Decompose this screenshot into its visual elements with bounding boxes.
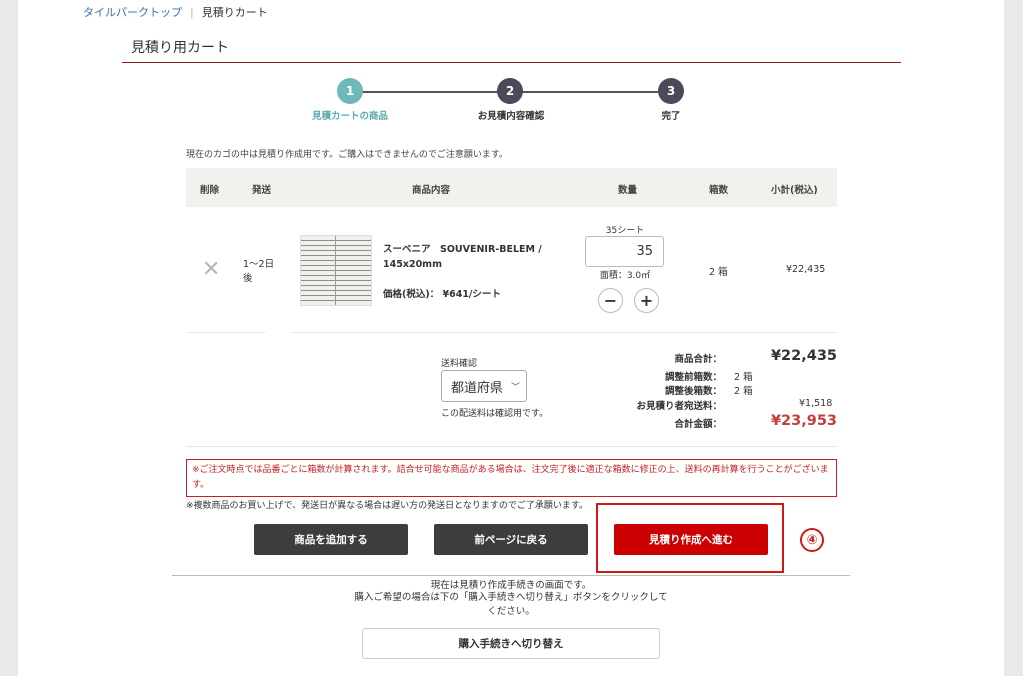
row-subtotal: ¥22,435: [786, 264, 826, 275]
step-3-circle: 3: [658, 78, 684, 104]
back-button[interactable]: 前ページに戻る: [434, 524, 588, 555]
step-2-circle: 2: [497, 78, 523, 104]
product-thumbnail[interactable]: [300, 235, 372, 306]
goods-total-value: ¥22,435: [770, 348, 837, 364]
area-text: 面積：3.0㎡: [599, 271, 651, 281]
increment-button[interactable]: +: [634, 288, 659, 313]
ship-date-note: ※複数商品のお買い上げで、発送日が異なる場合は遅い方の発送日となりますのでご了承…: [186, 501, 589, 511]
remove-item-icon[interactable]: ✕: [202, 259, 220, 281]
grand-total-label: 合計金額：: [674, 419, 722, 430]
step-1-label: 見積カートの商品: [311, 111, 388, 122]
ship-time: 1～2日後: [243, 259, 275, 284]
chevron-down-icon: ﹀: [510, 383, 520, 393]
header-item: 商品内容: [412, 185, 451, 196]
quantity-input[interactable]: [585, 236, 664, 267]
switch-to-purchase-button[interactable]: 購入手続きへ切り替え: [362, 628, 660, 659]
step-1-circle: 1: [337, 78, 363, 104]
product-price: 価格(税込)： ¥641/シート: [383, 289, 501, 300]
cart-notice: 現在のカゴの中は見積り作成用です。ご購入はできませんのでご注意願います。: [186, 150, 508, 160]
prefecture-select[interactable]: 都道府県 ﹀: [441, 370, 527, 402]
header-qty: 数量: [618, 185, 638, 196]
goods-total-label: 商品合計：: [674, 354, 722, 365]
header-subtotal: 小計(税込): [771, 185, 818, 196]
breadcrumb-current: 見積りカート: [201, 6, 268, 19]
step-3-label: 完了: [661, 111, 681, 122]
breadcrumb-separator: |: [190, 5, 194, 19]
boxes-after-label: 調整後箱数：: [664, 386, 722, 397]
footer-line-2: 購入ご希望の場合は下の「購入手続きへ切り替え」ボタンをクリックしてください。: [354, 592, 668, 617]
page-title: 見積り用カート: [131, 40, 229, 56]
qty-caption: 35シート: [605, 226, 645, 236]
shipping-fee-label: お見積り者宛送料：: [636, 401, 722, 412]
breadcrumb-home-link[interactable]: タイルパークトップ: [83, 4, 182, 20]
step-2-label: お見積内容確認: [477, 111, 545, 122]
highlight-frame: [596, 503, 784, 573]
boxes-before-label: 調整前箱数：: [664, 372, 722, 383]
header-boxes: 箱数: [709, 185, 729, 196]
grand-total-value: ¥23,953: [770, 413, 837, 429]
boxes-after-value: 2 箱: [734, 386, 753, 397]
step-annotation-marker: ④: [800, 528, 824, 552]
shipping-caption: 送料確認: [441, 359, 478, 369]
header-delete: 削除: [200, 185, 220, 196]
summary-divider: [186, 446, 837, 447]
row-divider: [186, 332, 266, 333]
footer-divider: [172, 575, 850, 576]
table-header: [186, 168, 837, 207]
warning-box: ※ご注文時点では品番ごとに箱数が計算されます。詰合せ可能な商品がある場合は、注文…: [186, 459, 837, 497]
product-name[interactable]: スーベニア SOUVENIR-BELEM / 145x20mm: [383, 242, 563, 272]
shipping-note: この配送料は確認用です。: [441, 409, 549, 419]
prefecture-select-value: 都道府県: [451, 380, 504, 396]
row-divider: [290, 332, 837, 333]
decrement-button[interactable]: −: [598, 288, 623, 313]
add-product-button[interactable]: 商品を追加する: [254, 524, 408, 555]
shipping-fee-value: ¥1,518: [799, 398, 833, 409]
header-ship: 発送: [252, 185, 272, 196]
boxes-before-value: 2 箱: [734, 372, 753, 383]
box-count: 2 箱: [709, 267, 728, 278]
footer-line-1: 現在は見積り作成手続きの画面です。: [430, 580, 592, 591]
breadcrumb: タイルパークトップ | 見積りカート: [83, 4, 268, 20]
title-underline: [122, 62, 901, 63]
